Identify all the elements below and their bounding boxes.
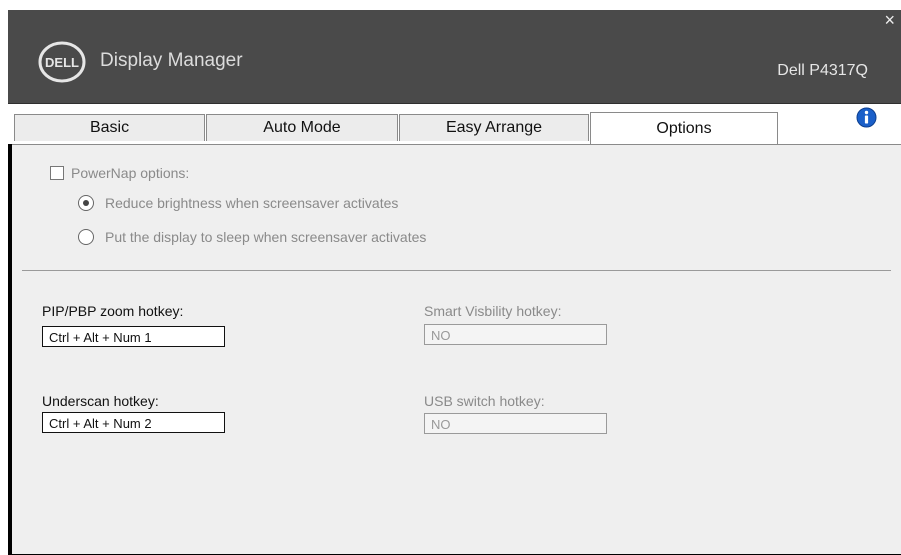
- tab-bar: Basic Auto Mode Easy Arrange Options: [8, 104, 901, 145]
- reduce-brightness-radio[interactable]: [78, 195, 94, 211]
- info-icon[interactable]: [856, 107, 877, 128]
- sleep-display-label: Put the display to sleep when screensave…: [105, 229, 427, 245]
- sleep-display-radio[interactable]: [78, 229, 94, 245]
- underscan-hotkey-field[interactable]: Ctrl + Alt + Num 2: [42, 412, 225, 433]
- pip-hotkey-field[interactable]: Ctrl + Alt + Num 1: [42, 326, 225, 347]
- usb-switch-hotkey-field[interactable]: NO: [424, 413, 607, 434]
- sleep-display-option[interactable]: Put the display to sleep when screensave…: [78, 229, 426, 245]
- powernap-label: PowerNap options:: [71, 165, 190, 181]
- dell-logo: DELL: [38, 41, 86, 83]
- underscan-hotkey-label: Underscan hotkey:: [42, 393, 159, 409]
- tab-easy-arrange[interactable]: Easy Arrange: [399, 114, 589, 141]
- reduce-brightness-label: Reduce brightness when screensaver activ…: [105, 195, 399, 211]
- usb-switch-hotkey-label: USB switch hotkey:: [424, 393, 545, 409]
- close-button[interactable]: ×: [884, 10, 895, 31]
- monitor-name: Dell P4317Q: [777, 62, 868, 79]
- tab-basic[interactable]: Basic: [14, 114, 205, 141]
- dell-logo-text: DELL: [45, 55, 79, 70]
- tab-auto-mode[interactable]: Auto Mode: [206, 114, 398, 141]
- pip-hotkey-label: PIP/PBP zoom hotkey:: [42, 303, 184, 319]
- app-title: Display Manager: [100, 50, 243, 71]
- smart-visibility-hotkey-field[interactable]: NO: [424, 324, 607, 345]
- options-panel: PowerNap options: Reduce brightness when…: [12, 144, 901, 554]
- display-manager-window: DELL Display Manager Dell P4317Q × Basic…: [8, 10, 901, 555]
- section-divider: [22, 270, 891, 271]
- reduce-brightness-option[interactable]: Reduce brightness when screensaver activ…: [78, 195, 398, 211]
- tab-options[interactable]: Options: [590, 112, 778, 145]
- powernap-row[interactable]: PowerNap options:: [50, 165, 189, 181]
- smart-visibility-hotkey-label: Smart Visbility hotkey:: [424, 303, 562, 319]
- title-bar: DELL Display Manager Dell P4317Q ×: [8, 10, 901, 104]
- powernap-checkbox[interactable]: [50, 166, 64, 180]
